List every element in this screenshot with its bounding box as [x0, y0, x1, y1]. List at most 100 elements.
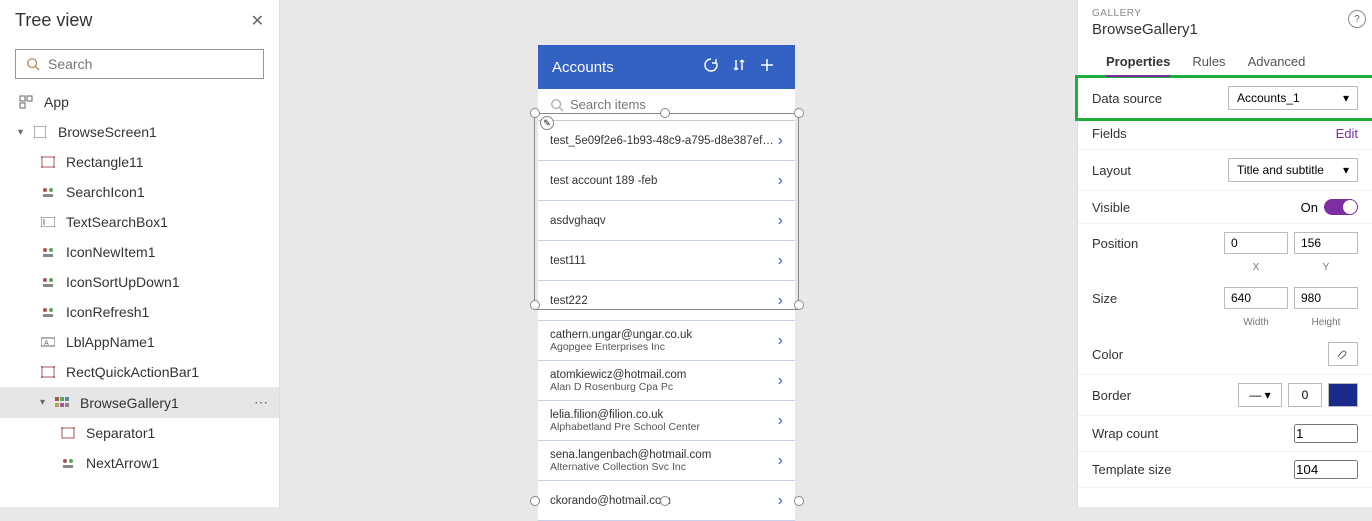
gallery-item[interactable]: atomkiewicz@hotmail.comAlan D Rosenburg …: [538, 361, 795, 401]
refresh-icon[interactable]: [697, 57, 725, 78]
chevron-right-icon[interactable]: ›: [778, 212, 783, 230]
tree-root-app[interactable]: App: [0, 87, 279, 117]
color-label: Color: [1092, 347, 1123, 362]
border-width-input[interactable]: [1288, 383, 1322, 407]
wrap-count-input[interactable]: [1294, 424, 1358, 443]
help-icon[interactable]: ?: [1348, 10, 1366, 28]
close-icon[interactable]: ✕: [251, 11, 264, 31]
canvas-area[interactable]: Accounts test_5e09f2e6-1b93-48c9-a795-d8…: [280, 0, 1072, 507]
tree-item-label: LblAppName1: [66, 334, 155, 350]
tree-item-nextarrow1[interactable]: NextArrow1: [0, 448, 279, 478]
browse-gallery[interactable]: test_5e09f2e6-1b93-48c9-a795-d8e387ef56b…: [538, 121, 795, 521]
visible-toggle[interactable]: On: [1301, 199, 1358, 215]
edit-template-icon[interactable]: ✎: [540, 116, 554, 130]
tree-item-iconnewitem1[interactable]: IconNewItem1: [0, 237, 279, 267]
tab-advanced[interactable]: Advanced: [1248, 48, 1306, 77]
tree-search-input[interactable]: [48, 56, 253, 72]
resize-handle[interactable]: [530, 300, 540, 310]
tree-item-label: RectQuickActionBar1: [66, 364, 199, 380]
tree-item-rectquickactionbar1[interactable]: RectQuickActionBar1: [0, 357, 279, 387]
gallery-item[interactable]: lelia.filion@filion.co.ukAlphabetland Pr…: [538, 401, 795, 441]
border-color-swatch[interactable]: [1328, 383, 1358, 407]
add-icon[interactable]: [753, 57, 781, 78]
prop-layout: Layout Title and subtitle ▾: [1078, 150, 1372, 191]
tree-item-browsegallery1[interactable]: ▾ BrowseGallery1 ⋯: [0, 387, 279, 418]
gallery-icon: [54, 395, 70, 411]
tab-properties[interactable]: Properties: [1106, 48, 1170, 77]
app-header: Accounts: [538, 45, 795, 89]
tree-item-iconrefresh1[interactable]: IconRefresh1: [0, 297, 279, 327]
gallery-item[interactable]: cathern.ungar@ungar.co.ukAgopgee Enterpr…: [538, 321, 795, 361]
chevron-down-icon[interactable]: ▾: [18, 127, 28, 138]
tree-item-lblappname1[interactable]: A LblAppName1: [0, 327, 279, 357]
gallery-item-title: lelia.filion@filion.co.uk: [550, 409, 778, 421]
control-type-label: GALLERY: [1092, 8, 1358, 19]
gallery-item[interactable]: test_5e09f2e6-1b93-48c9-a795-d8e387ef56b…: [538, 121, 795, 161]
tree-item-textsearchbox1[interactable]: TextSearchBox1: [0, 207, 279, 237]
chevron-right-icon[interactable]: ›: [778, 132, 783, 150]
gallery-item-title: test111: [550, 255, 778, 267]
chevron-right-icon[interactable]: ›: [778, 412, 783, 430]
gallery-item[interactable]: test222›: [538, 281, 795, 321]
icon-icon: [60, 455, 76, 471]
tree-item-iconsortupdown1[interactable]: IconSortUpDown1: [0, 267, 279, 297]
tree-item-separator1[interactable]: Separator1: [0, 418, 279, 448]
prop-fields: Fields Edit: [1078, 118, 1372, 150]
size-w-input[interactable]: [1224, 287, 1288, 309]
tree-item-label: BrowseScreen1: [58, 124, 157, 140]
resize-handle[interactable]: [794, 496, 804, 506]
app-icon: [18, 94, 34, 110]
icon-icon: [40, 274, 56, 290]
prop-color: Color: [1078, 334, 1372, 375]
more-icon[interactable]: ⋯: [254, 394, 269, 411]
tree-item-searchicon1[interactable]: SearchIcon1: [0, 177, 279, 207]
resize-handle[interactable]: [794, 300, 804, 310]
sort-icon[interactable]: [725, 57, 753, 78]
chevron-right-icon[interactable]: ›: [778, 172, 783, 190]
x-label: X: [1224, 262, 1288, 273]
gallery-item[interactable]: test account 189 -feb›: [538, 161, 795, 201]
tree-search[interactable]: [15, 49, 264, 79]
phone-search-input[interactable]: [570, 97, 783, 112]
gallery-item[interactable]: asdvghaqv›: [538, 201, 795, 241]
resize-handle[interactable]: [530, 496, 540, 506]
chevron-right-icon[interactable]: ›: [778, 332, 783, 350]
resize-handle[interactable]: [794, 108, 804, 118]
gallery-item-title: test222: [550, 295, 778, 307]
tree-item-browsescreen[interactable]: ▾ BrowseScreen1: [0, 117, 279, 147]
gallery-item[interactable]: sena.langenbach@hotmail.comAlternative C…: [538, 441, 795, 481]
position-y-input[interactable]: [1294, 232, 1358, 254]
tree-item-label: IconRefresh1: [66, 304, 149, 320]
tree-item-rectangle11[interactable]: Rectangle11: [0, 147, 279, 177]
fields-edit-link[interactable]: Edit: [1336, 126, 1358, 141]
chevron-right-icon[interactable]: ›: [778, 372, 783, 390]
gallery-item-subtitle: Alan D Rosenburg Cpa Pc: [550, 381, 778, 393]
chevron-down-icon: ▾: [1343, 91, 1349, 105]
chevron-right-icon[interactable]: ›: [778, 252, 783, 270]
size-h-input[interactable]: [1294, 287, 1358, 309]
resize-handle[interactable]: [660, 496, 670, 506]
resize-handle[interactable]: [530, 108, 540, 118]
y-label: Y: [1294, 262, 1358, 273]
gallery-item[interactable]: test111›: [538, 241, 795, 281]
prop-position: Position: [1078, 224, 1372, 262]
position-x-input[interactable]: [1224, 232, 1288, 254]
tree-app-label: App: [44, 94, 69, 110]
resize-handle[interactable]: [660, 108, 670, 118]
layout-select[interactable]: Title and subtitle ▾: [1228, 158, 1358, 182]
template-size-input[interactable]: [1294, 460, 1358, 479]
color-swatch[interactable]: [1328, 342, 1358, 366]
search-icon: [550, 98, 564, 112]
label-icon: A: [40, 334, 56, 350]
chevron-down-icon[interactable]: ▾: [40, 397, 50, 408]
data-source-select[interactable]: Accounts_1 ▾: [1228, 86, 1358, 110]
textbox-icon: [40, 214, 56, 230]
chevron-right-icon[interactable]: ›: [778, 292, 783, 310]
fields-label: Fields: [1092, 126, 1127, 141]
prop-size: Size: [1078, 279, 1372, 317]
tab-rules[interactable]: Rules: [1192, 48, 1225, 77]
prop-data-source: Data source Accounts_1 ▾: [1075, 75, 1372, 121]
chevron-right-icon[interactable]: ›: [778, 452, 783, 470]
tree-item-label: SearchIcon1: [66, 184, 145, 200]
border-style-select[interactable]: — ▾: [1238, 383, 1282, 407]
